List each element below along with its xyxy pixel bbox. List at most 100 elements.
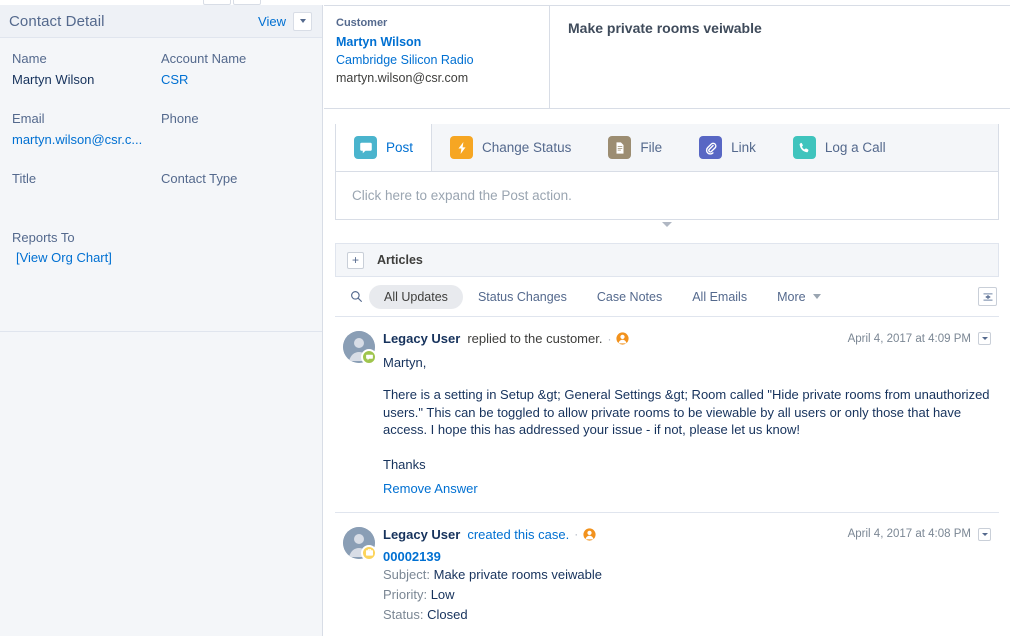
person-icon [583,528,596,541]
case-subject-title: Make private rooms veiwable [550,6,1010,108]
filter-case-notes[interactable]: Case Notes [582,285,677,309]
feed-actor[interactable]: Legacy User [383,527,460,542]
filter-more-label: More [777,290,805,304]
publisher: Post Change Status File [335,124,999,220]
feed-greeting: Martyn, [383,354,991,371]
contact-detail-body: Name Martyn Wilson Account Name CSR Emai… [0,38,322,265]
field-reports-to: Reports To [View Org Chart] [12,229,112,265]
view-org-chart-link[interactable]: [View Org Chart] [12,250,112,265]
field-label: Contact Type [161,170,310,188]
expand-articles-button[interactable]: + [347,252,364,269]
customer-name-link[interactable]: Martyn Wilson [336,33,537,51]
tab-label: Change Status [482,140,571,155]
filter-all-emails[interactable]: All Emails [677,285,762,309]
comment-badge-icon [361,349,377,365]
separator-dot: · [607,332,611,346]
field-phone: Phone [161,110,310,148]
customer-label: Customer [336,16,537,31]
feed-item: Legacy User replied to the customer. · A… [335,317,999,513]
phone-icon [793,136,816,159]
feed-meta: April 4, 2017 at 4:09 PM [848,332,991,345]
tab-link[interactable]: Link [681,124,775,171]
tab-log-a-call[interactable]: Log a Call [775,124,905,171]
page-title: Contact Detail [9,13,105,30]
field-label: Title [12,170,161,188]
contact-detail-header: Contact Detail View [0,5,322,38]
case-detail-row: Priority: Low [383,585,991,604]
spacer [0,208,322,229]
search-icon[interactable] [343,290,369,303]
feed-item-menu-button[interactable] [978,528,991,541]
feed-sort-area [978,287,999,306]
case-highlights-panel: Customer Martyn Wilson Cambridge Silicon… [324,5,1010,109]
feed-timestamp: April 4, 2017 at 4:09 PM [848,333,971,345]
lightning-bolt-icon [450,136,473,159]
contact-detail-panel: Contact Detail View Name Martyn Wilson A… [0,5,323,636]
tab-file[interactable]: File [590,124,681,171]
feed-action-link[interactable]: created this case. [467,527,569,542]
tab-post[interactable]: Post [336,124,432,171]
case-feed-page: Contact Detail View Name Martyn Wilson A… [0,0,1010,636]
feed-body: Legacy User created this case. · April 4… [383,527,999,640]
publisher-tabs: Post Change Status File [336,124,998,172]
field-value [12,191,161,208]
filter-status-changes[interactable]: Status Changes [463,285,582,309]
field-title: Title [12,170,161,208]
field-value-link[interactable]: CSR [161,71,310,88]
person-icon [616,332,629,345]
feed-body: Legacy User replied to the customer. · A… [383,331,999,512]
case-detail-row: Subject: Make private rooms veiwable [383,565,991,584]
feed-signoff: Thanks [383,456,991,473]
customer-account-link[interactable]: Cambridge Silicon Radio [336,51,537,69]
feed-action: replied to the customer. [467,331,602,346]
field-value [161,131,310,148]
contact-field-row-4: Reports To [View Org Chart] [0,229,322,265]
feed-actor[interactable]: Legacy User [383,331,460,346]
detail-key: Status: [383,607,423,622]
remove-answer-link[interactable]: Remove Answer [383,481,478,496]
field-label: Account Name [161,50,310,68]
chevron-down-icon[interactable] [662,222,672,227]
spacer [0,88,322,110]
filter-more[interactable]: More [762,285,835,309]
detail-value: Low [431,587,455,602]
contact-detail-actions: View [258,12,312,31]
field-name: Name Martyn Wilson [12,50,161,88]
contact-field-row-3: Title Contact Type [0,170,322,208]
feed-meta: April 4, 2017 at 4:08 PM [848,528,991,541]
articles-section: + Articles [335,243,999,277]
briefcase-badge-icon [361,545,377,561]
feed-timestamp: April 4, 2017 at 4:08 PM [848,528,971,540]
chevron-down-icon [300,19,306,23]
field-value-link[interactable]: martyn.wilson@csr.c... [12,131,161,148]
feed-item-menu-button[interactable] [978,332,991,345]
tab-label: Link [731,140,756,155]
spacer [0,148,322,170]
field-label: Email [12,110,161,128]
detail-value: Make private rooms veiwable [434,567,602,582]
feed-item: Legacy User created this case. · April 4… [335,513,999,640]
field-label: Reports To [12,229,112,247]
detail-key: Subject: [383,567,430,582]
speech-bubble-icon [354,136,377,159]
customer-block: Customer Martyn Wilson Cambridge Silicon… [324,6,550,108]
case-number-link[interactable]: 00002139 [383,549,991,564]
post-input[interactable]: Click here to expand the Post action. [336,172,998,219]
field-account-name: Account Name CSR [161,50,310,88]
paperclip-icon [699,136,722,159]
feed-header: Legacy User replied to the customer. · A… [383,331,991,346]
feed-sort-button[interactable] [978,287,997,306]
publisher-collapse-row [335,220,999,234]
panel-divider [0,331,322,332]
field-label: Phone [161,110,310,128]
articles-label: Articles [377,253,423,267]
tab-change-status[interactable]: Change Status [432,124,590,171]
contact-field-row-2: Email martyn.wilson@csr.c... Phone [0,110,322,148]
tab-label: File [640,140,662,155]
customer-email: martyn.wilson@csr.com [336,69,537,87]
view-dropdown-button[interactable] [293,12,312,31]
case-main-area: Customer Martyn Wilson Cambridge Silicon… [324,5,1010,636]
filter-all-updates[interactable]: All Updates [369,285,463,309]
field-contact-type: Contact Type [161,170,310,208]
view-link[interactable]: View [258,14,286,29]
